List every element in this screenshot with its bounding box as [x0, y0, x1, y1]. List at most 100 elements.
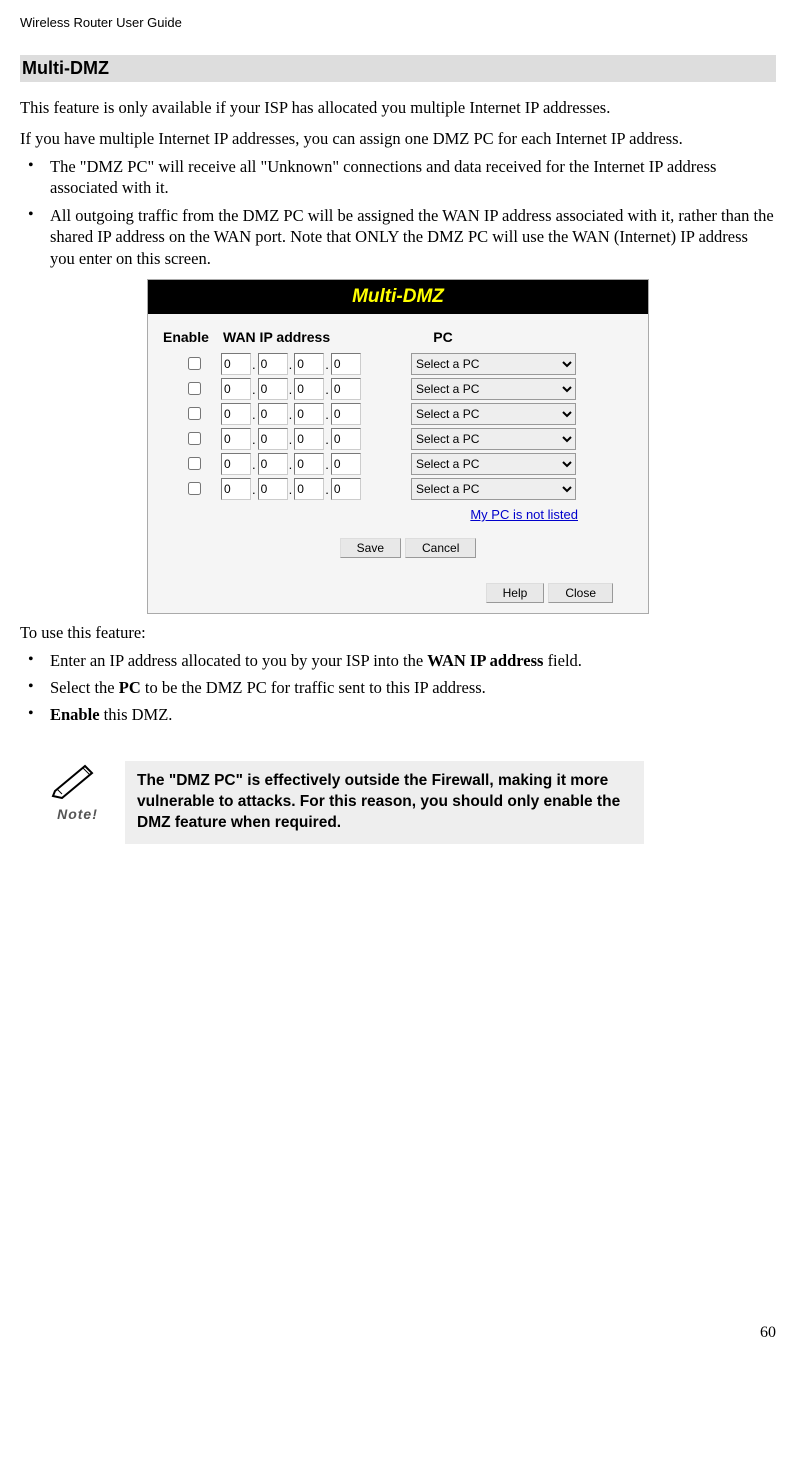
feature-bullets: The "DMZ PC" will receive all "Unknown" … — [20, 156, 776, 269]
enable-cell — [163, 404, 221, 425]
note-text-box: The "DMZ PC" is effectively outside the … — [125, 761, 644, 844]
ip-octet-input[interactable] — [221, 453, 251, 475]
help-button[interactable]: Help — [486, 583, 545, 603]
pc-select-cell: Select a PC — [411, 428, 581, 450]
ip-octet-input[interactable] — [331, 453, 361, 475]
ip-group: ... — [221, 353, 411, 375]
pc-select-cell: Select a PC — [411, 403, 581, 425]
enable-checkbox[interactable] — [188, 407, 201, 420]
ip-dot: . — [289, 457, 293, 472]
ip-dot: . — [252, 432, 256, 447]
ip-octet-input[interactable] — [331, 428, 361, 450]
col-wan: WAN IP address — [223, 329, 353, 345]
ip-octet-input[interactable] — [294, 378, 324, 400]
usage-bullet-3: Enable this DMZ. — [20, 704, 776, 725]
ip-group: ... — [221, 428, 411, 450]
ip-dot: . — [325, 357, 329, 372]
page-header: Wireless Router User Guide — [20, 15, 776, 30]
enable-cell — [163, 479, 221, 500]
ip-octet-input[interactable] — [258, 353, 288, 375]
ip-dot: . — [252, 357, 256, 372]
col-enable: Enable — [163, 329, 223, 345]
ip-octet-input[interactable] — [221, 403, 251, 425]
pc-select[interactable]: Select a PC — [411, 453, 576, 475]
usage-bullets: Enter an IP address allocated to you by … — [20, 650, 776, 726]
ip-octet-input[interactable] — [331, 478, 361, 500]
ip-group: ... — [221, 478, 411, 500]
usage-bullet-1: Enter an IP address allocated to you by … — [20, 650, 776, 671]
pc-select[interactable]: Select a PC — [411, 403, 576, 425]
ip-octet-input[interactable] — [294, 428, 324, 450]
col-pc: PC — [353, 329, 533, 345]
dmz-row: ...Select a PC — [163, 378, 633, 400]
ip-octet-input[interactable] — [331, 403, 361, 425]
help-close-row: Help Close — [163, 583, 633, 603]
save-button[interactable]: Save — [340, 538, 401, 558]
dmz-row: ...Select a PC — [163, 403, 633, 425]
enable-checkbox[interactable] — [188, 382, 201, 395]
ip-octet-input[interactable] — [221, 478, 251, 500]
ip-dot: . — [289, 382, 293, 397]
ip-octet-input[interactable] — [258, 478, 288, 500]
ip-octet-input[interactable] — [294, 453, 324, 475]
ip-octet-input[interactable] — [258, 428, 288, 450]
note-icon-block: Note! — [50, 761, 105, 822]
enable-checkbox[interactable] — [188, 432, 201, 445]
enable-checkbox[interactable] — [188, 357, 201, 370]
ip-group: ... — [221, 378, 411, 400]
ip-octet-input[interactable] — [294, 478, 324, 500]
pc-select-cell: Select a PC — [411, 453, 581, 475]
dmz-row: ...Select a PC — [163, 428, 633, 450]
pc-select-cell: Select a PC — [411, 353, 581, 375]
usage-bullet-2: Select the PC to be the DMZ PC for traff… — [20, 677, 776, 698]
ip-dot: . — [325, 457, 329, 472]
enable-checkbox[interactable] — [188, 482, 201, 495]
pc-select[interactable]: Select a PC — [411, 478, 576, 500]
ip-dot: . — [252, 407, 256, 422]
table-header-row: Enable WAN IP address PC — [163, 329, 633, 345]
ip-octet-input[interactable] — [294, 403, 324, 425]
bullet-2: All outgoing traffic from the DMZ PC wil… — [20, 205, 776, 269]
note-label: Note! — [50, 806, 105, 822]
ip-octet-input[interactable] — [258, 378, 288, 400]
bullet-1: The "DMZ PC" will receive all "Unknown" … — [20, 156, 776, 199]
ip-group: ... — [221, 453, 411, 475]
enable-cell — [163, 454, 221, 475]
page-number: 60 — [20, 1324, 776, 1342]
close-button[interactable]: Close — [548, 583, 613, 603]
enable-cell — [163, 354, 221, 375]
ip-dot: . — [325, 482, 329, 497]
ip-dot: . — [289, 432, 293, 447]
my-pc-not-listed-link[interactable]: My PC is not listed — [470, 507, 578, 522]
enable-checkbox[interactable] — [188, 457, 201, 470]
enable-cell — [163, 379, 221, 400]
dmz-row: ...Select a PC — [163, 353, 633, 375]
pencil-icon — [50, 761, 105, 806]
pc-select[interactable]: Select a PC — [411, 353, 576, 375]
figure-title: Multi-DMZ — [148, 280, 648, 314]
save-cancel-row: Save Cancel — [163, 538, 633, 558]
ip-octet-input[interactable] — [294, 353, 324, 375]
ip-octet-input[interactable] — [221, 353, 251, 375]
dmz-row: ...Select a PC — [163, 453, 633, 475]
ip-octet-input[interactable] — [331, 353, 361, 375]
multi-dmz-figure: Multi-DMZ Enable WAN IP address PC ...Se… — [147, 279, 649, 614]
link-row: My PC is not listed — [163, 506, 633, 524]
ip-octet-input[interactable] — [331, 378, 361, 400]
intro-paragraph-2: If you have multiple Internet IP address… — [20, 128, 776, 149]
intro-paragraph-1: This feature is only available if your I… — [20, 97, 776, 118]
ip-octet-input[interactable] — [221, 428, 251, 450]
cancel-button[interactable]: Cancel — [405, 538, 476, 558]
ip-dot: . — [252, 382, 256, 397]
ip-group: ... — [221, 403, 411, 425]
pc-select-cell: Select a PC — [411, 378, 581, 400]
usage-intro: To use this feature: — [20, 622, 776, 643]
ip-octet-input[interactable] — [221, 378, 251, 400]
ip-octet-input[interactable] — [258, 403, 288, 425]
pc-select[interactable]: Select a PC — [411, 378, 576, 400]
ip-octet-input[interactable] — [258, 453, 288, 475]
ip-dot: . — [289, 357, 293, 372]
pc-select[interactable]: Select a PC — [411, 428, 576, 450]
ip-dot: . — [325, 407, 329, 422]
ip-dot: . — [252, 482, 256, 497]
